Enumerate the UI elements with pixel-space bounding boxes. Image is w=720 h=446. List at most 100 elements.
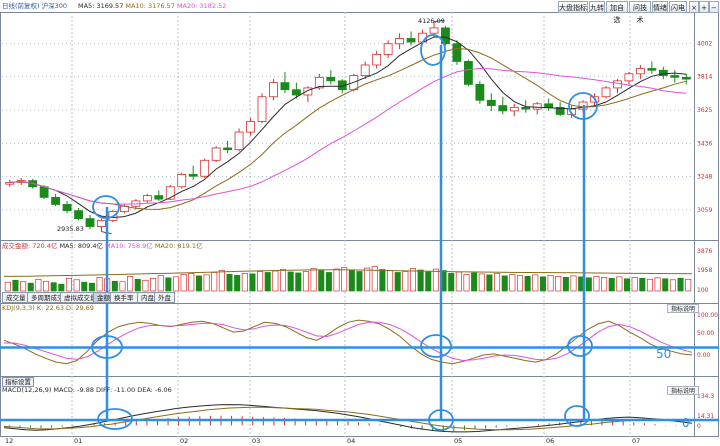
- candle-body: [544, 103, 554, 108]
- kdj-help-button[interactable]: 指标说明: [667, 304, 699, 313]
- volume-bar: [532, 274, 539, 292]
- volume-bar: [310, 268, 317, 292]
- candle-body: [647, 68, 657, 71]
- candle-body: [39, 186, 49, 198]
- volume-bar: [35, 278, 42, 292]
- volume-bar: [43, 280, 50, 292]
- flash-button[interactable]: 闪电: [669, 1, 687, 13]
- sentiment-button[interactable]: 情绪: [652, 1, 668, 13]
- zoom-out-icon[interactable]: −: [709, 1, 719, 13]
- tab-outer[interactable]: 外盘: [154, 292, 175, 303]
- volume-bar: [218, 270, 225, 292]
- low-price-label: 2935.83: [57, 225, 84, 233]
- volume-bar: [432, 268, 439, 292]
- volume-bar: [616, 276, 623, 292]
- volume-bar: [601, 276, 608, 292]
- ask-tech-button[interactable]: 问技术: [629, 1, 651, 24]
- x-tick-label: 06: [546, 437, 554, 445]
- volume-bar: [264, 272, 271, 292]
- volume-bar: [58, 283, 65, 292]
- candle-body: [234, 131, 244, 151]
- kdj-level-label: 50: [656, 347, 672, 361]
- tab-turnover[interactable]: 换手率: [110, 292, 138, 303]
- market-indicator-button[interactable]: 大盘指标: [558, 1, 588, 13]
- candle-body: [211, 147, 221, 161]
- volume-ma10: MA10: 758.9亿: [105, 242, 153, 250]
- macd-level-label: 0: [682, 416, 690, 430]
- volume-bar: [585, 277, 592, 292]
- tab-volume[interactable]: 成交量: [2, 292, 30, 303]
- x-tick-label: 02: [180, 437, 188, 445]
- volume-bar: [241, 273, 248, 292]
- price-ma-legend: MA5: 3169.57 MA10: 3176.57 MA20: 3182.52: [78, 2, 226, 11]
- volume-bar: [654, 277, 661, 292]
- x-tick-label: 01: [74, 437, 82, 445]
- candle-body: [200, 159, 210, 177]
- volume-bar: [501, 275, 508, 292]
- volume-bar: [302, 271, 309, 292]
- volume-bar: [119, 281, 126, 292]
- volume-bar: [524, 276, 531, 292]
- volume-bar: [295, 272, 302, 292]
- price-tick-label: 3059: [697, 207, 712, 214]
- signal-circle-4: [420, 334, 452, 358]
- volume-bar: [65, 277, 73, 292]
- signal-circle-8: [564, 405, 590, 427]
- volume-tick-label: 1958: [697, 267, 712, 274]
- candle-body: [635, 68, 645, 75]
- volume-bar: [494, 273, 501, 292]
- add-watchlist-button[interactable]: 加自选: [606, 1, 628, 24]
- volume-bar: [172, 276, 180, 292]
- candle-body: [291, 89, 301, 96]
- price-tick-label: 3436: [697, 140, 712, 147]
- kdj-tick-label: 0.00: [697, 352, 711, 359]
- price-tick-label: 3625: [697, 107, 712, 114]
- macd-help-button[interactable]: 指标说明: [667, 386, 699, 395]
- candle-body: [601, 87, 611, 98]
- candle-body: [406, 38, 416, 43]
- volume-bar: [20, 281, 27, 292]
- price-tick-label: 4002: [697, 40, 712, 47]
- candle-body: [624, 73, 634, 82]
- volume-bar: [134, 278, 141, 292]
- volume-bar: [96, 276, 103, 292]
- macd-tick-label: 0: [697, 423, 701, 430]
- candle-body: [62, 204, 72, 212]
- volume-bar: [318, 270, 325, 292]
- volume-bar: [127, 276, 134, 292]
- volume-bar: [593, 276, 600, 292]
- volume-bar: [157, 275, 164, 292]
- volume-bar: [341, 267, 348, 292]
- x-tick-label: 04: [347, 437, 355, 445]
- stock-name[interactable]: 沪深300: [42, 2, 67, 10]
- kdj-legend: KDJ(9,3,3) K: 22.63 D: 29.69: [2, 304, 94, 312]
- volume-bar: [73, 279, 80, 292]
- volume-bar: [203, 274, 210, 292]
- volume-bar: [111, 280, 118, 292]
- volume-bar: [417, 269, 424, 292]
- volume-bar: [685, 278, 692, 292]
- close-icon[interactable]: ×: [689, 1, 699, 13]
- volume-bar: [387, 270, 394, 292]
- volume-bar: [325, 272, 332, 292]
- candle-body: [85, 218, 95, 227]
- volume-bar: [234, 275, 241, 292]
- volume-bar: [516, 275, 524, 292]
- volume-bar: [226, 274, 233, 292]
- volume-bar: [249, 273, 256, 292]
- volume-bar: [471, 272, 478, 292]
- zoom-in-icon[interactable]: +: [699, 1, 709, 13]
- volume-bar: [188, 273, 195, 292]
- volume-bar: [364, 267, 371, 292]
- nine-turn-button[interactable]: 九转: [589, 1, 605, 13]
- candle-body: [177, 174, 187, 188]
- volume-bar: [409, 268, 417, 292]
- chart-period-label: 日线(前复权): [2, 2, 40, 10]
- candle-body: [681, 76, 691, 80]
- candle-body: [452, 43, 462, 62]
- volume-bar: [394, 272, 401, 292]
- volume-bar: [12, 279, 19, 292]
- candle-body: [521, 106, 531, 110]
- volume-ma20: MA20: 819.1亿: [154, 242, 203, 250]
- volume-bar: [608, 277, 615, 292]
